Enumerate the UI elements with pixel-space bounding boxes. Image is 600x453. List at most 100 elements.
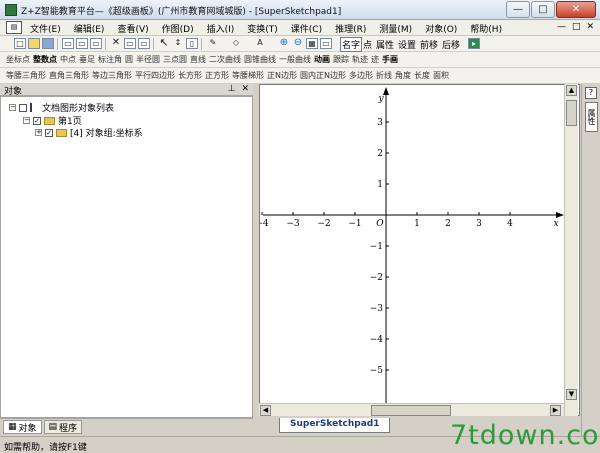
scroll-up-icon[interactable]: ▲ — [566, 85, 577, 96]
angle-measure-tool[interactable]: 角度 — [395, 70, 411, 81]
panel-close-button[interactable]: ✕ — [241, 84, 249, 94]
coordinate-point-tool[interactable]: 坐标点 — [6, 54, 30, 65]
parallelogram-tool[interactable]: 平行四边形 — [135, 70, 175, 81]
circle-tool[interactable]: 圆 — [125, 54, 133, 65]
quadratic-curve-tool[interactable]: 二次曲线 — [209, 54, 241, 65]
coordinate-system[interactable]: −4 −3 −2 −1 1 2 3 4 3 2 1 −1 −2 −3 −4 −5 Ox y — [260, 85, 565, 404]
scroll-right-icon[interactable]: ▶ — [550, 405, 561, 416]
menu-view[interactable]: 查看(V) — [117, 22, 148, 35]
tree-object[interactable]: + ✓ [4] 对象组:坐标系 — [35, 126, 143, 139]
angle-mark-tool[interactable]: 标注角 — [98, 54, 122, 65]
maximize-button[interactable]: □ — [531, 1, 555, 18]
pen-color-icon[interactable]: ✎ — [207, 38, 219, 49]
table-icon[interactable]: ▦ — [306, 38, 318, 49]
settings-button[interactable]: 设置 — [398, 38, 416, 51]
fill-color-icon[interactable]: ◇ — [230, 38, 242, 49]
send-backward-button[interactable]: 后移 — [442, 38, 460, 51]
radius-circle-tool[interactable]: 半径圆 — [136, 54, 160, 65]
area-measure-tool[interactable]: 面积 — [433, 70, 449, 81]
root-checkbox[interactable] — [19, 103, 27, 112]
mdi-minimize-button[interactable]: — — [557, 22, 566, 32]
menu-object[interactable]: 对象(O) — [425, 22, 457, 35]
horizontal-scrollbar[interactable]: ◀ ▶ — [259, 403, 564, 416]
extension-icon[interactable]: ▸ — [468, 38, 480, 49]
midpoint-tool[interactable]: 中点 — [60, 54, 76, 65]
pointer-icon[interactable]: ↖ — [158, 37, 170, 49]
collapse-icon[interactable]: − — [9, 104, 16, 111]
pin-button[interactable]: ⊥ — [228, 84, 236, 94]
save-icon[interactable] — [42, 38, 54, 49]
isosceles-trapezoid-tool[interactable]: 等腰梯形 — [232, 70, 264, 81]
print-icon[interactable]: ▭ — [62, 38, 74, 49]
equilateral-triangle-tool[interactable]: 等边三角形 — [92, 70, 132, 81]
length-measure-tool[interactable]: 长度 — [414, 70, 430, 81]
tree-root[interactable]: − 文档图形对象列表 — [9, 101, 114, 114]
property-button[interactable]: 属性 — [376, 38, 394, 51]
name-toggle-button[interactable]: 名字 — [340, 37, 363, 52]
drawing-canvas[interactable]: −4 −3 −2 −1 1 2 3 4 3 2 1 −1 −2 −3 −4 −5 Ox y — [259, 84, 580, 416]
right-triangle-tool[interactable]: 直角三角形 — [49, 70, 89, 81]
text-color-icon[interactable]: A — [254, 38, 266, 49]
paste-icon[interactable]: ▭ — [138, 38, 150, 49]
mdi-restore-button[interactable]: □ — [572, 22, 581, 32]
conic-curve-tool[interactable]: 圆锥曲线 — [244, 54, 276, 65]
scroll-down-icon[interactable]: ▼ — [566, 389, 577, 400]
menu-draw[interactable]: 作图(D) — [162, 22, 194, 35]
tab-objects[interactable]: ▦ 对象 — [3, 420, 42, 434]
tab-properties[interactable]: 属性 — [585, 102, 598, 132]
menu-courseware[interactable]: 课件(C) — [291, 22, 322, 35]
menu-insert[interactable]: 插入(I) — [207, 22, 235, 35]
line-tool[interactable]: 直线 — [190, 54, 206, 65]
general-curve-tool[interactable]: 一般曲线 — [279, 54, 311, 65]
minimize-button[interactable]: — — [506, 1, 530, 18]
horizontal-scroll-thumb[interactable] — [371, 405, 451, 416]
mdi-close-button[interactable]: ✕ — [586, 22, 594, 32]
tab-supersketchpad1[interactable]: SuperSketchpad1 — [279, 418, 391, 433]
tab-program[interactable]: ▤ 程序 — [43, 420, 83, 434]
document-icon[interactable]: ▤ — [6, 21, 22, 34]
bring-forward-button[interactable]: 前移 — [420, 38, 438, 51]
vertical-scrollbar[interactable]: ▲ ▼ — [564, 84, 578, 416]
page-icon[interactable]: ▯ — [186, 38, 198, 49]
zoom-in-icon[interactable]: ⊕ — [278, 38, 290, 49]
collapse-icon[interactable]: − — [23, 117, 30, 124]
close-button[interactable]: ✕ — [556, 1, 596, 18]
locus-tool[interactable]: 轨迹 — [352, 54, 368, 65]
menu-transform[interactable]: 变换(T) — [247, 22, 278, 35]
inscribed-polygon-tool[interactable]: 圆内正N边形 — [300, 70, 346, 81]
regular-polygon-tool[interactable]: 正N边形 — [267, 70, 297, 81]
page-checkbox[interactable]: ✓ — [33, 116, 41, 125]
animation-tool[interactable]: 动画 — [314, 54, 330, 65]
square-tool[interactable]: 正方形 — [205, 70, 229, 81]
open-folder-icon[interactable] — [28, 38, 40, 49]
isosceles-triangle-tool[interactable]: 等腰三角形 — [6, 70, 46, 81]
three-point-circle-tool[interactable]: 三点圆 — [163, 54, 187, 65]
menu-measure[interactable]: 测量(M) — [379, 22, 412, 35]
vertical-scroll-thumb[interactable] — [566, 100, 577, 126]
path-tool[interactable]: 迹 — [371, 54, 379, 65]
menu-file[interactable]: 文件(E) — [30, 22, 61, 35]
print-preview-icon[interactable]: ▭ — [76, 38, 88, 49]
cut-icon[interactable]: ▭ — [124, 38, 136, 49]
expand-icon[interactable]: + — [35, 129, 42, 136]
menu-help[interactable]: 帮助(H) — [470, 22, 502, 35]
menu-edit[interactable]: 编辑(E) — [74, 22, 105, 35]
freehand-tool[interactable]: 手画 — [382, 54, 398, 65]
integer-point-tool[interactable]: 整数点 — [33, 54, 57, 65]
polygon-tool[interactable]: 多边形 — [349, 70, 373, 81]
scroll-left-icon[interactable]: ◀ — [260, 405, 271, 416]
new-file-icon[interactable]: □ — [14, 38, 26, 49]
polyline-tool[interactable]: 折线 — [376, 70, 392, 81]
point-label-button[interactable]: 点 — [363, 38, 372, 51]
menu-reasoning[interactable]: 推理(R) — [335, 22, 366, 35]
help-icon[interactable]: ? — [585, 87, 597, 99]
delete-icon[interactable]: ✕ — [110, 38, 122, 49]
button-icon[interactable]: ▭ — [320, 38, 332, 49]
trace-tool[interactable]: 跟踪 — [333, 54, 349, 65]
text-tool-icon[interactable]: ↕ — [172, 38, 184, 49]
copy-icon[interactable]: ▭ — [90, 38, 102, 49]
object-checkbox[interactable]: ✓ — [45, 128, 53, 137]
rectangle-tool[interactable]: 长方形 — [178, 70, 202, 81]
zoom-out-icon[interactable]: ⊖ — [292, 38, 304, 49]
foot-point-tool[interactable]: 垂足 — [79, 54, 95, 65]
